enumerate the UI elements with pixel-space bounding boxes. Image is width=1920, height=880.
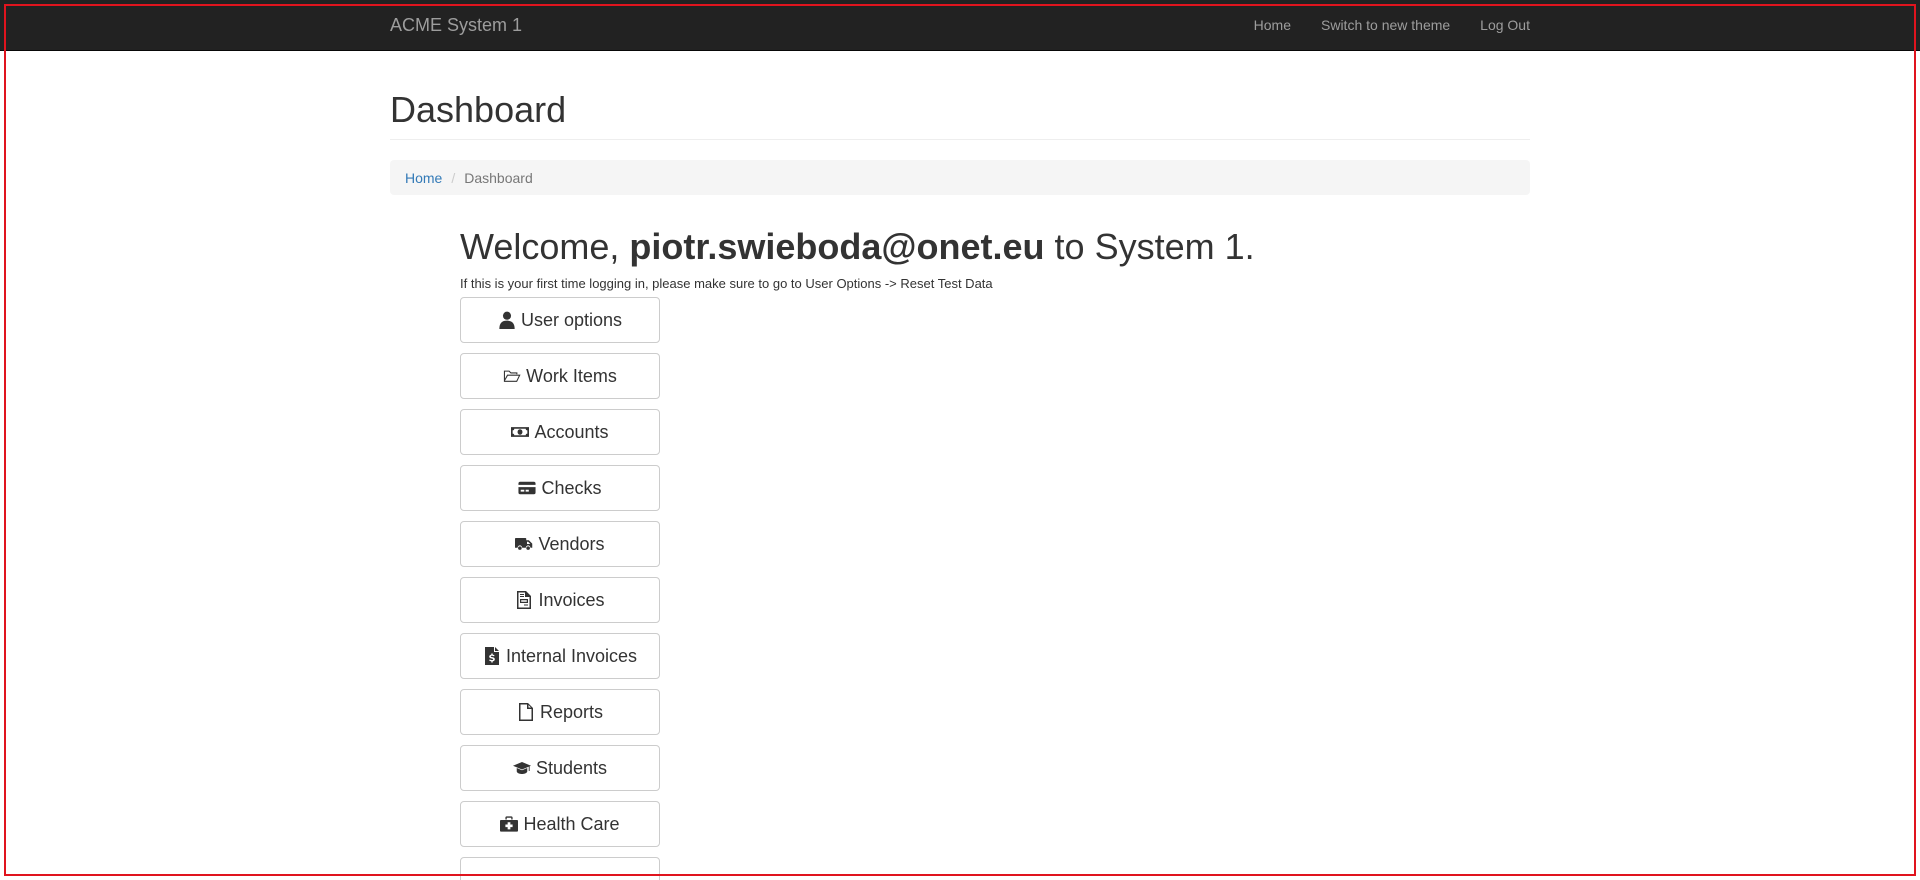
top-navbar: ACME System 1 Home Switch to new theme L… [0,0,1920,51]
internal-invoices-label: Internal Invoices [505,645,638,666]
user-options-label: User options [520,309,623,330]
first-login-notice: If this is your first time logging in, p… [460,276,993,291]
vendors-label: Vendors [538,533,605,554]
navbar-menu: Home Switch to new theme Log Out [1239,0,1530,50]
accounts-button[interactable]: Accounts [460,409,660,455]
welcome-suffix: to System 1. [1044,226,1255,267]
page-header: Dashboard [390,90,1530,140]
user-icon [499,311,515,329]
page-title: Dashboard [390,89,567,130]
file-invoice-icon [517,591,532,609]
credit-card-icon [518,481,537,495]
breadcrumb: Home / Dashboard [390,160,1530,195]
welcome-user: piotr.swieboda@onet.eu [629,226,1045,267]
nav-logout-link[interactable]: Log Out [1465,0,1530,50]
checks-button[interactable]: Checks [460,465,660,511]
file-invoice-dollar-icon [484,647,499,665]
breadcrumb-home-link[interactable]: Home [405,170,442,186]
students-button[interactable]: Students [460,745,660,791]
work-items-button[interactable]: Work Items [460,353,660,399]
next-dashboard-button[interactable] [460,857,660,880]
welcome-prefix: Welcome, [460,226,630,267]
graduation-cap-icon [512,762,531,774]
breadcrumb-current: Dashboard [464,169,533,186]
health-care-button[interactable]: Health Care [460,801,660,847]
dashboard-button-list: User options Work Items Accounts Checks … [460,297,1530,880]
file-icon [518,703,533,721]
internal-invoices-button[interactable]: Internal Invoices [460,633,660,679]
money-bill-icon [511,427,530,437]
invoices-label: Invoices [538,589,605,610]
reports-label: Reports [539,701,604,722]
folder-open-icon [504,370,521,382]
health-care-label: Health Care [523,813,620,834]
accounts-label: Accounts [534,421,609,442]
medkit-icon [500,816,519,832]
checks-label: Checks [541,477,602,498]
dashboard-content: Welcome, piotr.swieboda@onet.eu to Syste… [460,226,1530,880]
students-label: Students [535,757,608,778]
work-items-label: Work Items [526,365,617,386]
brand-link[interactable]: ACME System 1 [390,0,522,50]
invoices-button[interactable]: Invoices [460,577,660,623]
breadcrumb-separator: / [451,169,456,186]
welcome-heading: Welcome, piotr.swieboda@onet.eu to Syste… [460,226,1530,268]
user-options-button[interactable]: User options [460,297,660,343]
reports-button[interactable]: Reports [460,689,660,735]
truck-icon [515,538,533,550]
vendors-button[interactable]: Vendors [460,521,660,567]
nav-home-link[interactable]: Home [1239,0,1306,50]
nav-switch-theme-link[interactable]: Switch to new theme [1306,0,1465,50]
main-container: Dashboard Home / Dashboard Welcome, piot… [390,51,1530,880]
